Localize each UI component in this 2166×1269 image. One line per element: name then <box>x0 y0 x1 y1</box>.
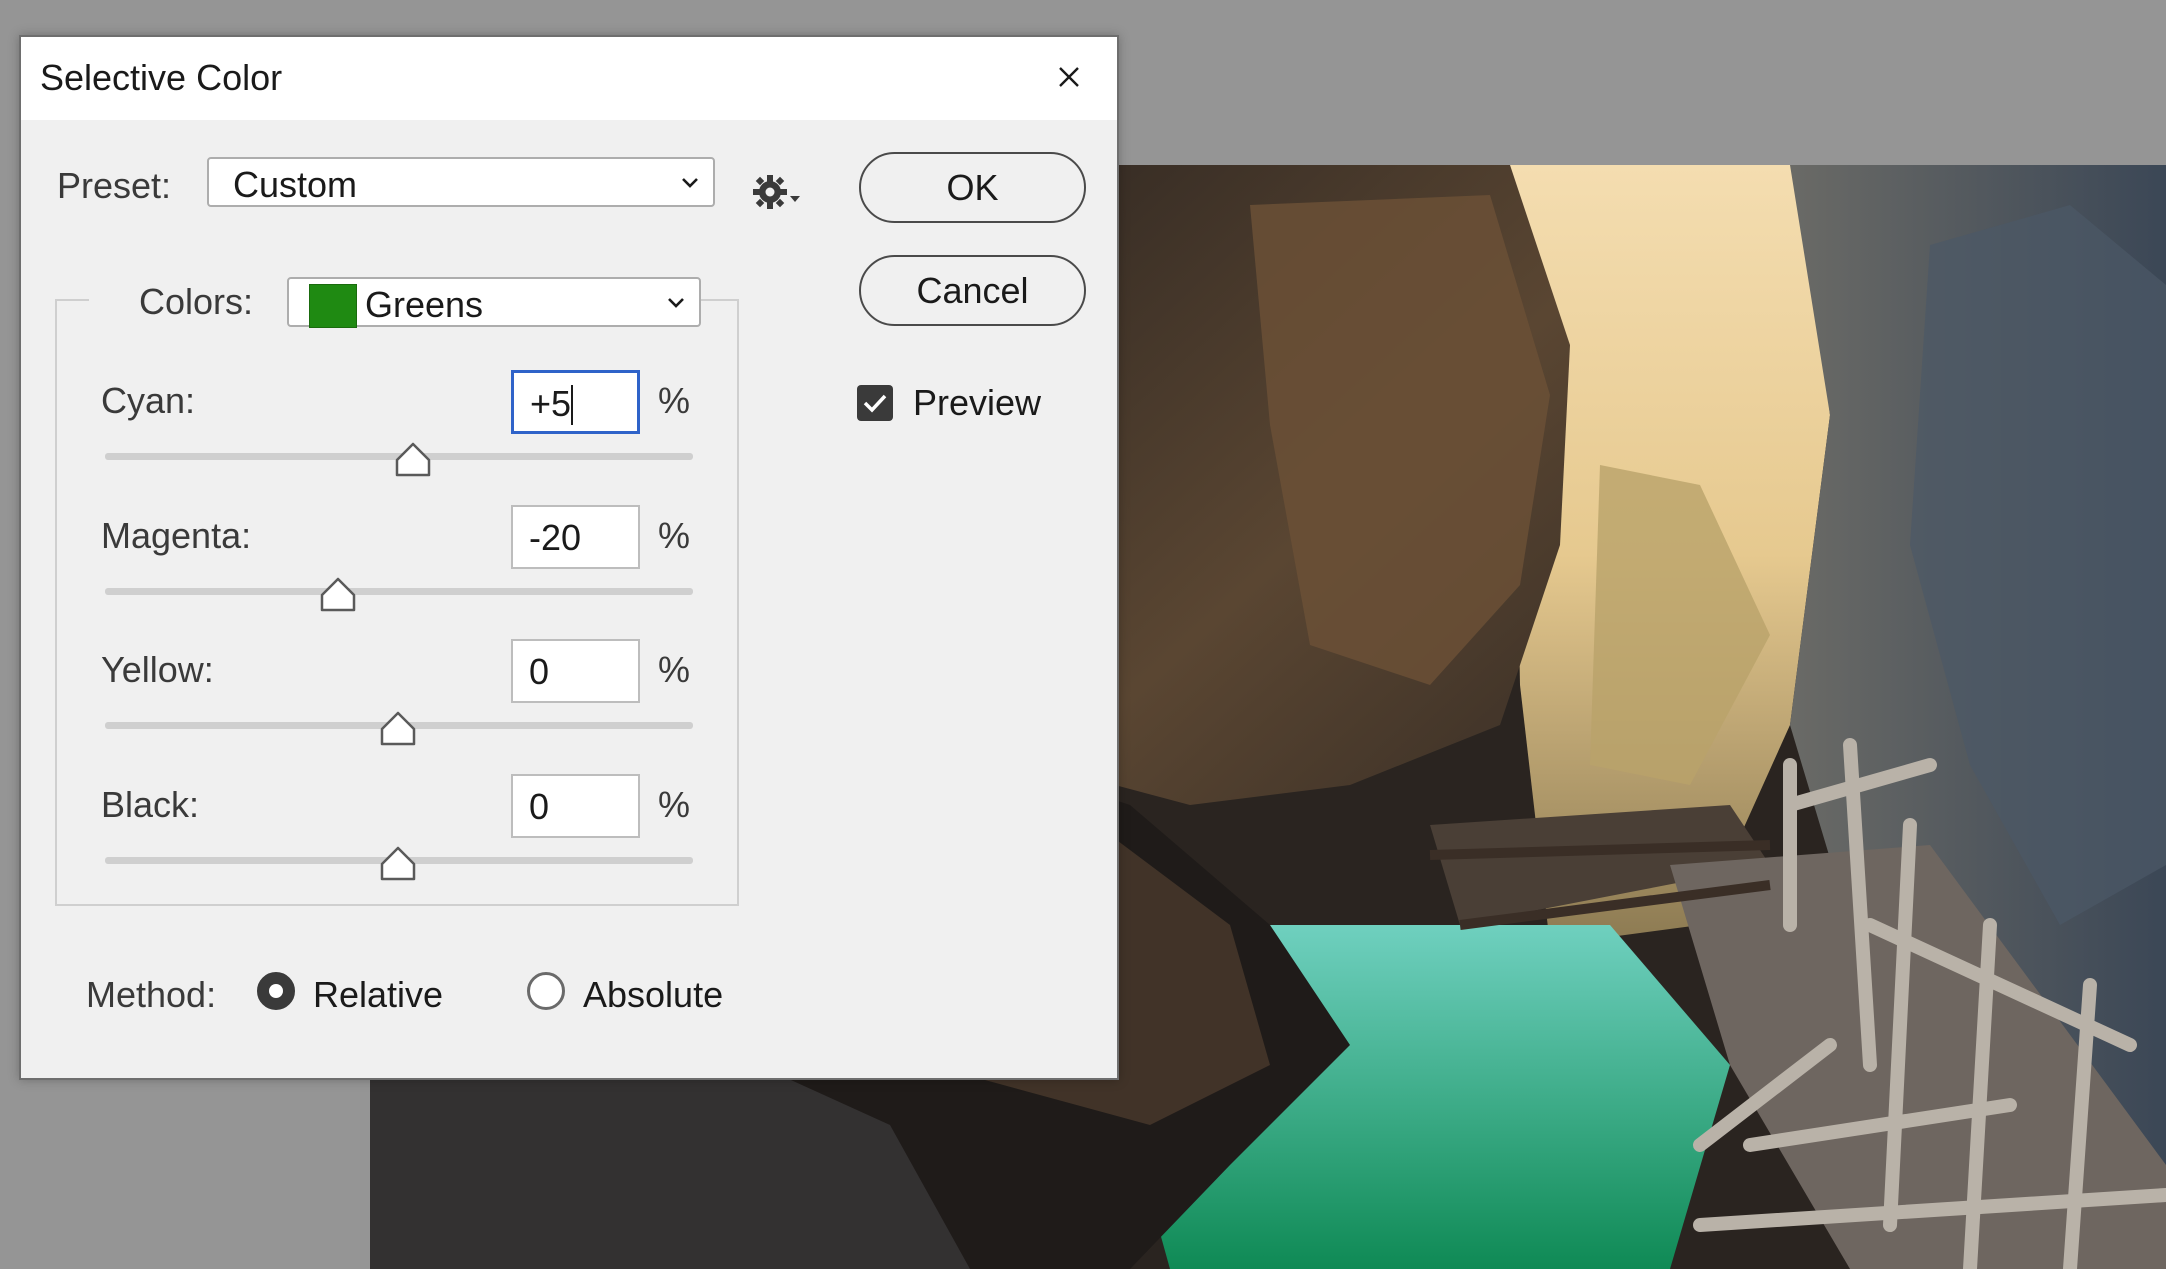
colors-swatch <box>309 284 357 328</box>
method-relative-radio[interactable] <box>257 972 295 1010</box>
black-input[interactable]: 0 <box>511 774 640 838</box>
preset-value: Custom <box>233 164 358 205</box>
colors-label: Colors: <box>139 281 254 322</box>
yellow-value: 0 <box>529 651 550 692</box>
chevron-down-icon <box>682 178 698 188</box>
black-value: 0 <box>529 786 550 827</box>
group-header: Colors: Greens <box>89 277 701 329</box>
cancel-button[interactable]: Cancel <box>859 255 1086 326</box>
method-absolute-radio[interactable] <box>527 972 565 1010</box>
title-bar[interactable]: Selective Color <box>21 37 1117 120</box>
preset-label: Preset: <box>57 165 172 206</box>
magenta-percent: % <box>658 515 691 556</box>
yellow-percent: % <box>658 649 691 690</box>
colors-value: Greens <box>365 284 484 325</box>
method-relative-label[interactable]: Relative <box>313 974 443 1016</box>
checkmark-icon <box>863 394 887 413</box>
black-percent: % <box>658 784 691 825</box>
magenta-value: -20 <box>529 517 582 558</box>
slider-thumb-icon[interactable] <box>380 846 416 882</box>
chevron-down-icon <box>668 298 684 308</box>
close-icon <box>1059 67 1079 87</box>
cyan-percent: % <box>658 380 691 421</box>
slider-thumb-icon[interactable] <box>320 577 356 613</box>
slider-thumb-icon[interactable] <box>380 711 416 747</box>
cyan-value: +5 <box>530 383 572 424</box>
close-button[interactable] <box>1041 51 1097 103</box>
selective-color-dialog: Selective Color Preset: Custom OK Cancel… <box>19 35 1119 1080</box>
yellow-label: Yellow: <box>101 649 214 690</box>
preview-checkbox[interactable] <box>857 385 893 421</box>
cyan-label: Cyan: <box>101 380 196 421</box>
ok-button[interactable]: OK <box>859 152 1086 223</box>
slider-thumb-icon[interactable] <box>395 442 431 478</box>
preset-select[interactable]: Custom <box>207 157 715 207</box>
preview-label[interactable]: Preview <box>913 382 1041 424</box>
text-caret <box>571 385 573 425</box>
method-absolute-label[interactable]: Absolute <box>583 974 723 1016</box>
magenta-input[interactable]: -20 <box>511 505 640 569</box>
magenta-label: Magenta: <box>101 515 252 556</box>
method-label: Method: <box>86 974 217 1015</box>
black-label: Black: <box>101 784 200 825</box>
colors-select[interactable]: Greens <box>287 277 701 328</box>
cyan-input[interactable]: +5 <box>511 370 640 434</box>
magenta-slider-track[interactable] <box>105 588 693 595</box>
yellow-input[interactable]: 0 <box>511 639 640 703</box>
gear-icon[interactable] <box>752 170 804 214</box>
dialog-title: Selective Color <box>40 57 283 98</box>
